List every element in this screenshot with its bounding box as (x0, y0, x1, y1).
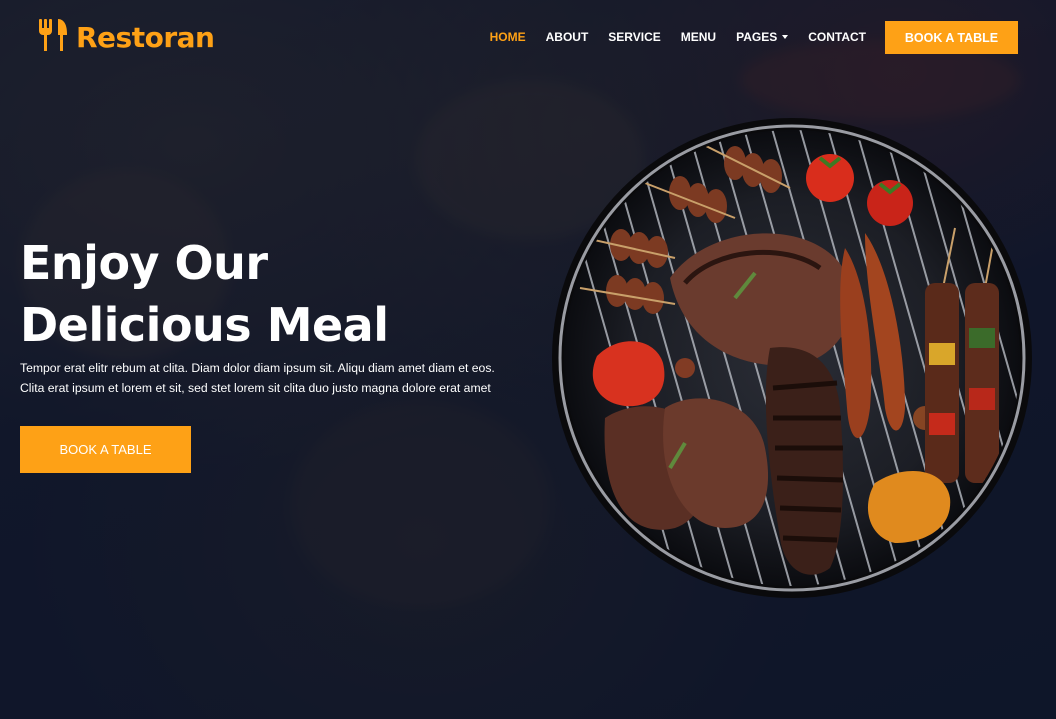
nav-menu: HOME ABOUT SERVICE MENU PAGES CONTACT (490, 30, 866, 44)
nav-book-table-button[interactable]: BOOK A TABLE (885, 21, 1018, 54)
hero-lead-text: Tempor erat elitr rebum at clita. Diam d… (20, 361, 495, 395)
hero-book-table-button[interactable]: BOOK A TABLE (20, 426, 191, 473)
nav-item-home[interactable]: HOME (490, 30, 526, 44)
nav-label: HOME (489, 30, 526, 44)
nav-label: MENU (680, 30, 717, 44)
nav-label: SERVICE (608, 30, 661, 44)
caret-down-icon (782, 35, 789, 39)
brand-logo[interactable]: Restoran (38, 18, 215, 57)
nav-label: PAGES (736, 30, 778, 44)
nav-item-menu[interactable]: MENU (681, 30, 716, 44)
nav-item-about[interactable]: ABOUT (546, 30, 589, 44)
nav-item-pages[interactable]: PAGES (736, 30, 789, 44)
bbq-grill-image (545, 118, 1039, 613)
nav-item-contact[interactable]: CONTACT (808, 30, 866, 44)
headline-line-2: Delicious Meal (20, 298, 389, 352)
utensils-icon (38, 18, 68, 57)
nav-item-service[interactable]: SERVICE (608, 30, 660, 44)
nav-label: ABOUT (545, 30, 589, 44)
brand-name: Restoran (76, 21, 215, 54)
headline-line-1: Enjoy Our (20, 236, 268, 290)
hero-content: Enjoy Our Delicious Meal Tempor erat eli… (20, 232, 520, 473)
hero-headline: Enjoy Our Delicious Meal (20, 232, 520, 356)
navbar: Restoran HOME ABOUT SERVICE MENU PAGES C… (0, 0, 1056, 76)
nav-label: CONTACT (808, 30, 866, 44)
